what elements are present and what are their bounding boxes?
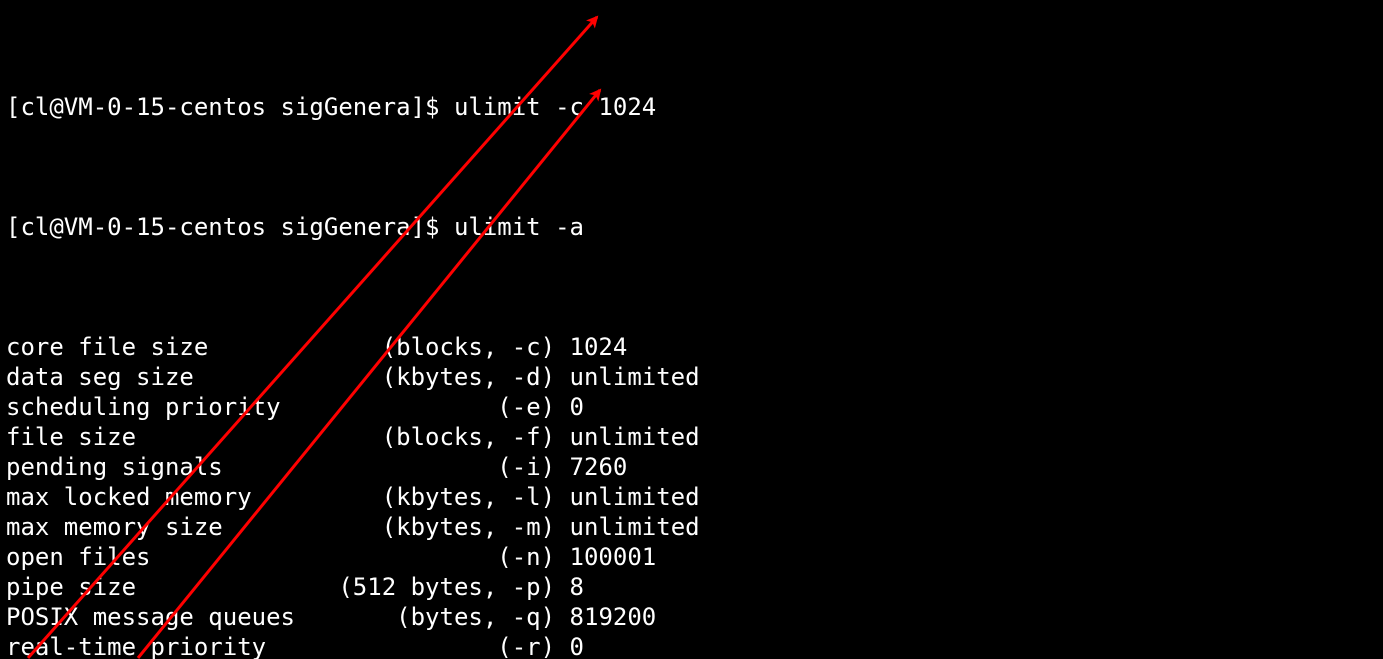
prompt: [cl@VM-0-15-centos sigGenera]$ (6, 93, 454, 121)
ulimit-value: unlimited (570, 423, 700, 451)
ulimit-meta: (-i) (497, 453, 555, 481)
padding (136, 423, 382, 451)
prompt-line-2: [cl@VM-0-15-centos sigGenera]$ ulimit -a (6, 212, 1383, 242)
ulimit-row: max locked memory (kbytes, -l) unlimited (6, 482, 1383, 512)
ulimit-value: 100001 (570, 543, 657, 571)
padding (208, 333, 381, 361)
padding (136, 573, 338, 601)
ulimit-row: core file size (blocks, -c) 1024 (6, 332, 1383, 362)
ulimit-label: max locked memory (6, 483, 252, 511)
prompt-line-1: [cl@VM-0-15-centos sigGenera]$ ulimit -c… (6, 92, 1383, 122)
ulimit-label: scheduling priority (6, 393, 281, 421)
ulimit-row: file size (blocks, -f) unlimited (6, 422, 1383, 452)
ulimit-meta: (512 bytes, -p) (338, 573, 555, 601)
ulimit-value: 1024 (570, 333, 628, 361)
ulimit-label: POSIX message queues (6, 603, 295, 631)
sep (555, 483, 569, 511)
sep (555, 453, 569, 481)
sep (555, 603, 569, 631)
ulimit-label: file size (6, 423, 136, 451)
ulimit-label: core file size (6, 333, 208, 361)
ulimit-meta: (-e) (497, 393, 555, 421)
ulimit-label: data seg size (6, 363, 194, 391)
ulimit-meta: (kbytes, -d) (382, 363, 555, 391)
ulimit-output: core file size (blocks, -c) 1024data seg… (6, 332, 1383, 659)
ulimit-meta: (blocks, -f) (382, 423, 555, 451)
sep (555, 573, 569, 601)
ulimit-meta: (blocks, -c) (382, 333, 555, 361)
ulimit-label: open files (6, 543, 151, 571)
padding (151, 543, 498, 571)
ulimit-row: real-time priority (-r) 0 (6, 632, 1383, 659)
padding (223, 453, 498, 481)
padding (223, 513, 382, 541)
sep (555, 393, 569, 421)
ulimit-label: pipe size (6, 573, 136, 601)
ulimit-row: pipe size (512 bytes, -p) 8 (6, 572, 1383, 602)
ulimit-meta: (bytes, -q) (396, 603, 555, 631)
ulimit-meta: (-n) (497, 543, 555, 571)
padding (295, 603, 396, 631)
ulimit-row: POSIX message queues (bytes, -q) 819200 (6, 602, 1383, 632)
padding (194, 363, 382, 391)
ulimit-label: real-time priority (6, 633, 266, 659)
ulimit-value: 0 (570, 633, 584, 659)
ulimit-row: data seg size (kbytes, -d) unlimited (6, 362, 1383, 392)
prompt: [cl@VM-0-15-centos sigGenera]$ (6, 213, 454, 241)
ulimit-row: max memory size (kbytes, -m) unlimited (6, 512, 1383, 542)
ulimit-label: max memory size (6, 513, 223, 541)
command-text: ulimit -c 1024 (454, 93, 656, 121)
sep (555, 543, 569, 571)
ulimit-value: 0 (570, 393, 584, 421)
ulimit-row: pending signals (-i) 7260 (6, 452, 1383, 482)
ulimit-value: unlimited (570, 363, 700, 391)
ulimit-meta: (kbytes, -m) (382, 513, 555, 541)
ulimit-meta: (-r) (497, 633, 555, 659)
command-text: ulimit -a (454, 213, 584, 241)
padding (266, 633, 497, 659)
sep (555, 633, 569, 659)
sep (555, 513, 569, 541)
ulimit-row: scheduling priority (-e) 0 (6, 392, 1383, 422)
padding (252, 483, 382, 511)
ulimit-value: 8 (570, 573, 584, 601)
ulimit-value: 819200 (570, 603, 657, 631)
terminal[interactable]: [cl@VM-0-15-centos sigGenera]$ ulimit -c… (0, 0, 1383, 659)
sep (555, 333, 569, 361)
ulimit-value: 7260 (570, 453, 628, 481)
ulimit-value: unlimited (570, 513, 700, 541)
ulimit-label: pending signals (6, 453, 223, 481)
ulimit-meta: (kbytes, -l) (382, 483, 555, 511)
ulimit-value: unlimited (570, 483, 700, 511)
ulimit-row: open files (-n) 100001 (6, 542, 1383, 572)
padding (281, 393, 498, 421)
sep (555, 363, 569, 391)
sep (555, 423, 569, 451)
